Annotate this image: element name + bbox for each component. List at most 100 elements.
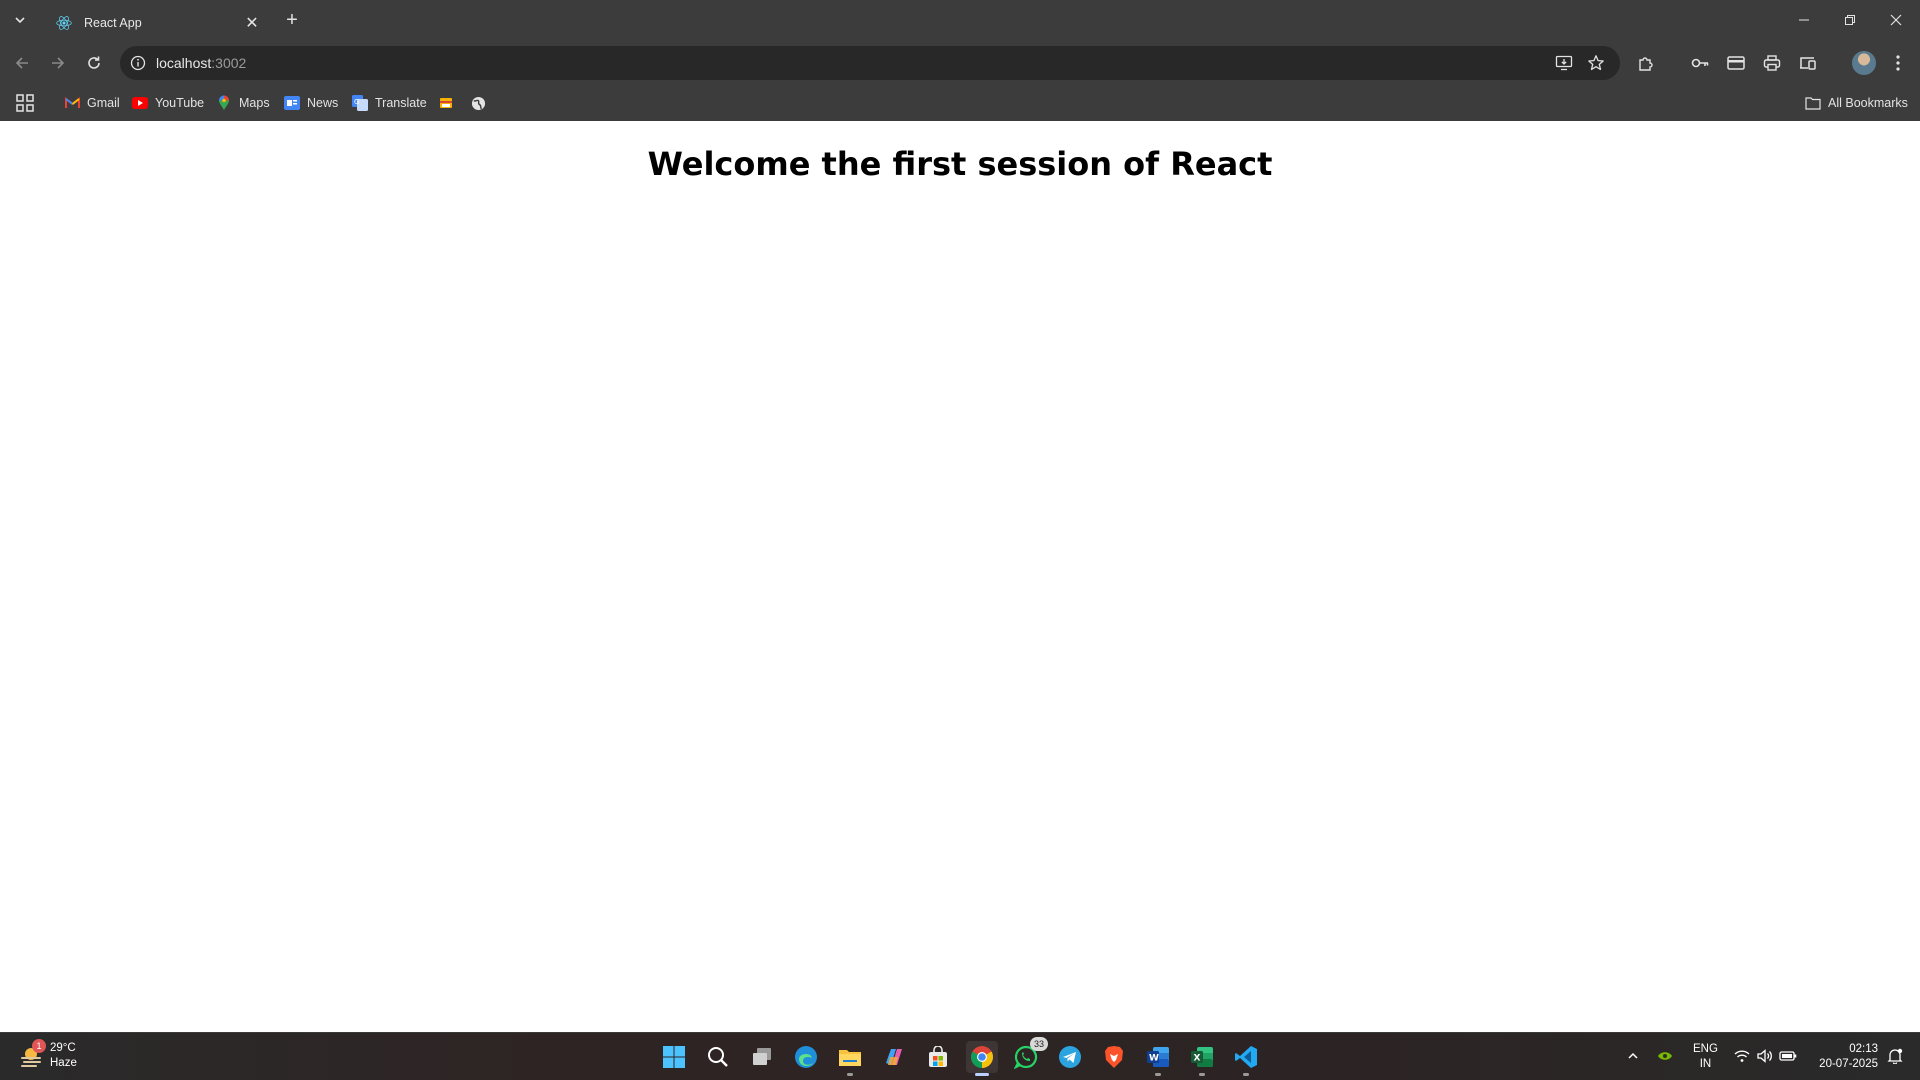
new-tab-button[interactable]: + (280, 8, 304, 32)
copilot-icon (886, 1049, 902, 1065)
clock-time: 02:13 (1849, 1043, 1878, 1055)
wifi-tray-icon[interactable] (1733, 1047, 1751, 1065)
weather-condition: Haze (50, 1057, 77, 1069)
bookmark-label: YouTube (155, 96, 205, 110)
taskbar-file-explorer[interactable] (834, 1041, 866, 1076)
clock-date: 20-07-2025 (1819, 1058, 1878, 1070)
close-window-button[interactable] (1878, 6, 1914, 34)
battery-tray-icon[interactable] (1779, 1047, 1797, 1065)
taskbar-store[interactable] (922, 1041, 954, 1073)
bookmark-label: Gmail (87, 96, 120, 110)
tab-search-button[interactable] (8, 8, 32, 32)
tab-strip: React App ✕ + (0, 0, 1920, 41)
browser-chrome: React App ✕ + localhost:3002 Gmail YouTu… (0, 0, 1920, 121)
taskbar-edge[interactable] (790, 1041, 822, 1073)
taskbar-clock[interactable]: 02:13 20-07-2025 (1810, 1042, 1878, 1072)
chevron-up-icon (1628, 1052, 1638, 1059)
edge-icon (795, 1046, 817, 1068)
bookmark-translate[interactable]: G Translate (352, 93, 427, 113)
task-view-icon (753, 1048, 771, 1065)
volume-tray-icon[interactable] (1756, 1047, 1774, 1065)
taskbar-excel[interactable]: X (1186, 1041, 1218, 1076)
svg-text:W: W (1149, 1054, 1159, 1064)
bookmark-maps[interactable]: Maps (216, 93, 270, 113)
gmail-icon (64, 95, 80, 111)
nvidia-tray-icon[interactable] (1656, 1047, 1674, 1065)
weather-badge: 1 (32, 1039, 46, 1053)
nvidia-icon (1658, 1052, 1672, 1060)
key-icon[interactable] (1688, 51, 1712, 75)
reload-icon (88, 56, 100, 69)
credit-card-icon[interactable] (1724, 51, 1748, 75)
weather-temp: 29°C (50, 1042, 76, 1054)
install-app-icon[interactable] (1554, 53, 1574, 73)
telegram-icon (1059, 1046, 1081, 1068)
restore-button[interactable] (1832, 6, 1868, 34)
printer-icon[interactable] (1760, 51, 1784, 75)
word-icon: W (1147, 1047, 1169, 1067)
weather-text: 29°C Haze (50, 1041, 77, 1071)
folder-icon (1805, 97, 1821, 110)
store-icon (929, 1046, 947, 1067)
tab-react-app[interactable]: React App ✕ (36, 4, 272, 41)
chevron-down-icon (15, 17, 25, 24)
address-url: localhost:3002 (156, 55, 246, 71)
svg-text:G: G (354, 98, 359, 106)
extensions-icon[interactable] (1634, 51, 1658, 75)
running-indicator (975, 1073, 989, 1076)
profile-avatar[interactable] (1852, 51, 1876, 75)
wifi-icon (1734, 1050, 1750, 1062)
excel-icon: X (1191, 1047, 1213, 1067)
taskbar-whatsapp[interactable]: 33 (1010, 1037, 1048, 1073)
news-icon (284, 95, 300, 111)
bookmark-unnamed-2[interactable] (470, 93, 486, 113)
vscode-icon (1235, 1046, 1257, 1068)
site-info-icon[interactable] (128, 53, 148, 73)
page-heading: Welcome the first session of React (647, 145, 1273, 183)
all-bookmarks-button[interactable]: All Bookmarks (1805, 93, 1908, 113)
running-indicator (1155, 1073, 1161, 1076)
region-code: IN (1699, 1058, 1712, 1070)
weather-widget[interactable]: 1 29°C Haze (18, 1039, 77, 1071)
bookmark-unnamed-1[interactable] (438, 93, 454, 113)
forward-button[interactable] (44, 49, 72, 77)
running-indicator (1199, 1073, 1205, 1076)
language-code: ENG (1693, 1043, 1718, 1055)
taskbar-brave[interactable] (1098, 1041, 1130, 1073)
bookmark-youtube[interactable]: YouTube (132, 93, 204, 113)
minimize-button[interactable] (1786, 6, 1822, 34)
taskbar-chrome[interactable] (966, 1041, 998, 1076)
notifications-button[interactable] (1886, 1047, 1904, 1065)
svg-text:X: X (1194, 1054, 1201, 1064)
taskbar: 1 29°C Haze 33 W X ENG IN 02:13 20-07-20… (0, 1032, 1920, 1080)
bookmark-label: Translate (375, 96, 427, 110)
bookmark-gmail[interactable]: Gmail (64, 93, 120, 113)
haze-icon: 1 (18, 1039, 46, 1069)
tab-close-icon[interactable]: ✕ (242, 13, 262, 33)
apps-grid-icon[interactable] (16, 94, 34, 112)
start-button[interactable] (658, 1041, 690, 1073)
running-indicator (847, 1073, 853, 1076)
windows-icon (663, 1046, 685, 1068)
devices-icon[interactable] (1796, 51, 1820, 75)
reload-button[interactable] (80, 49, 108, 77)
running-indicator (1243, 1073, 1249, 1076)
star-icon[interactable] (1586, 53, 1606, 73)
address-bar[interactable]: localhost:3002 (120, 46, 1620, 80)
taskbar-search-button[interactable] (702, 1041, 734, 1073)
page-viewport: Welcome the first session of React (0, 121, 1920, 1032)
folder-color-icon (438, 95, 454, 111)
input-language-indicator[interactable]: ENG IN (1693, 1042, 1718, 1072)
bookmark-news[interactable]: News (284, 93, 338, 113)
bookmark-label: Maps (239, 96, 270, 110)
taskbar-copilot[interactable] (878, 1041, 910, 1073)
more-menu-icon[interactable] (1886, 51, 1910, 75)
back-button[interactable] (8, 49, 36, 77)
task-view-button[interactable] (746, 1041, 778, 1073)
taskbar-vscode[interactable] (1230, 1041, 1262, 1076)
maps-icon (216, 95, 232, 111)
taskbar-word[interactable]: W (1142, 1041, 1174, 1076)
show-hidden-icons[interactable] (1624, 1047, 1642, 1065)
bookmark-label: News (307, 96, 339, 110)
taskbar-telegram[interactable] (1054, 1041, 1086, 1073)
